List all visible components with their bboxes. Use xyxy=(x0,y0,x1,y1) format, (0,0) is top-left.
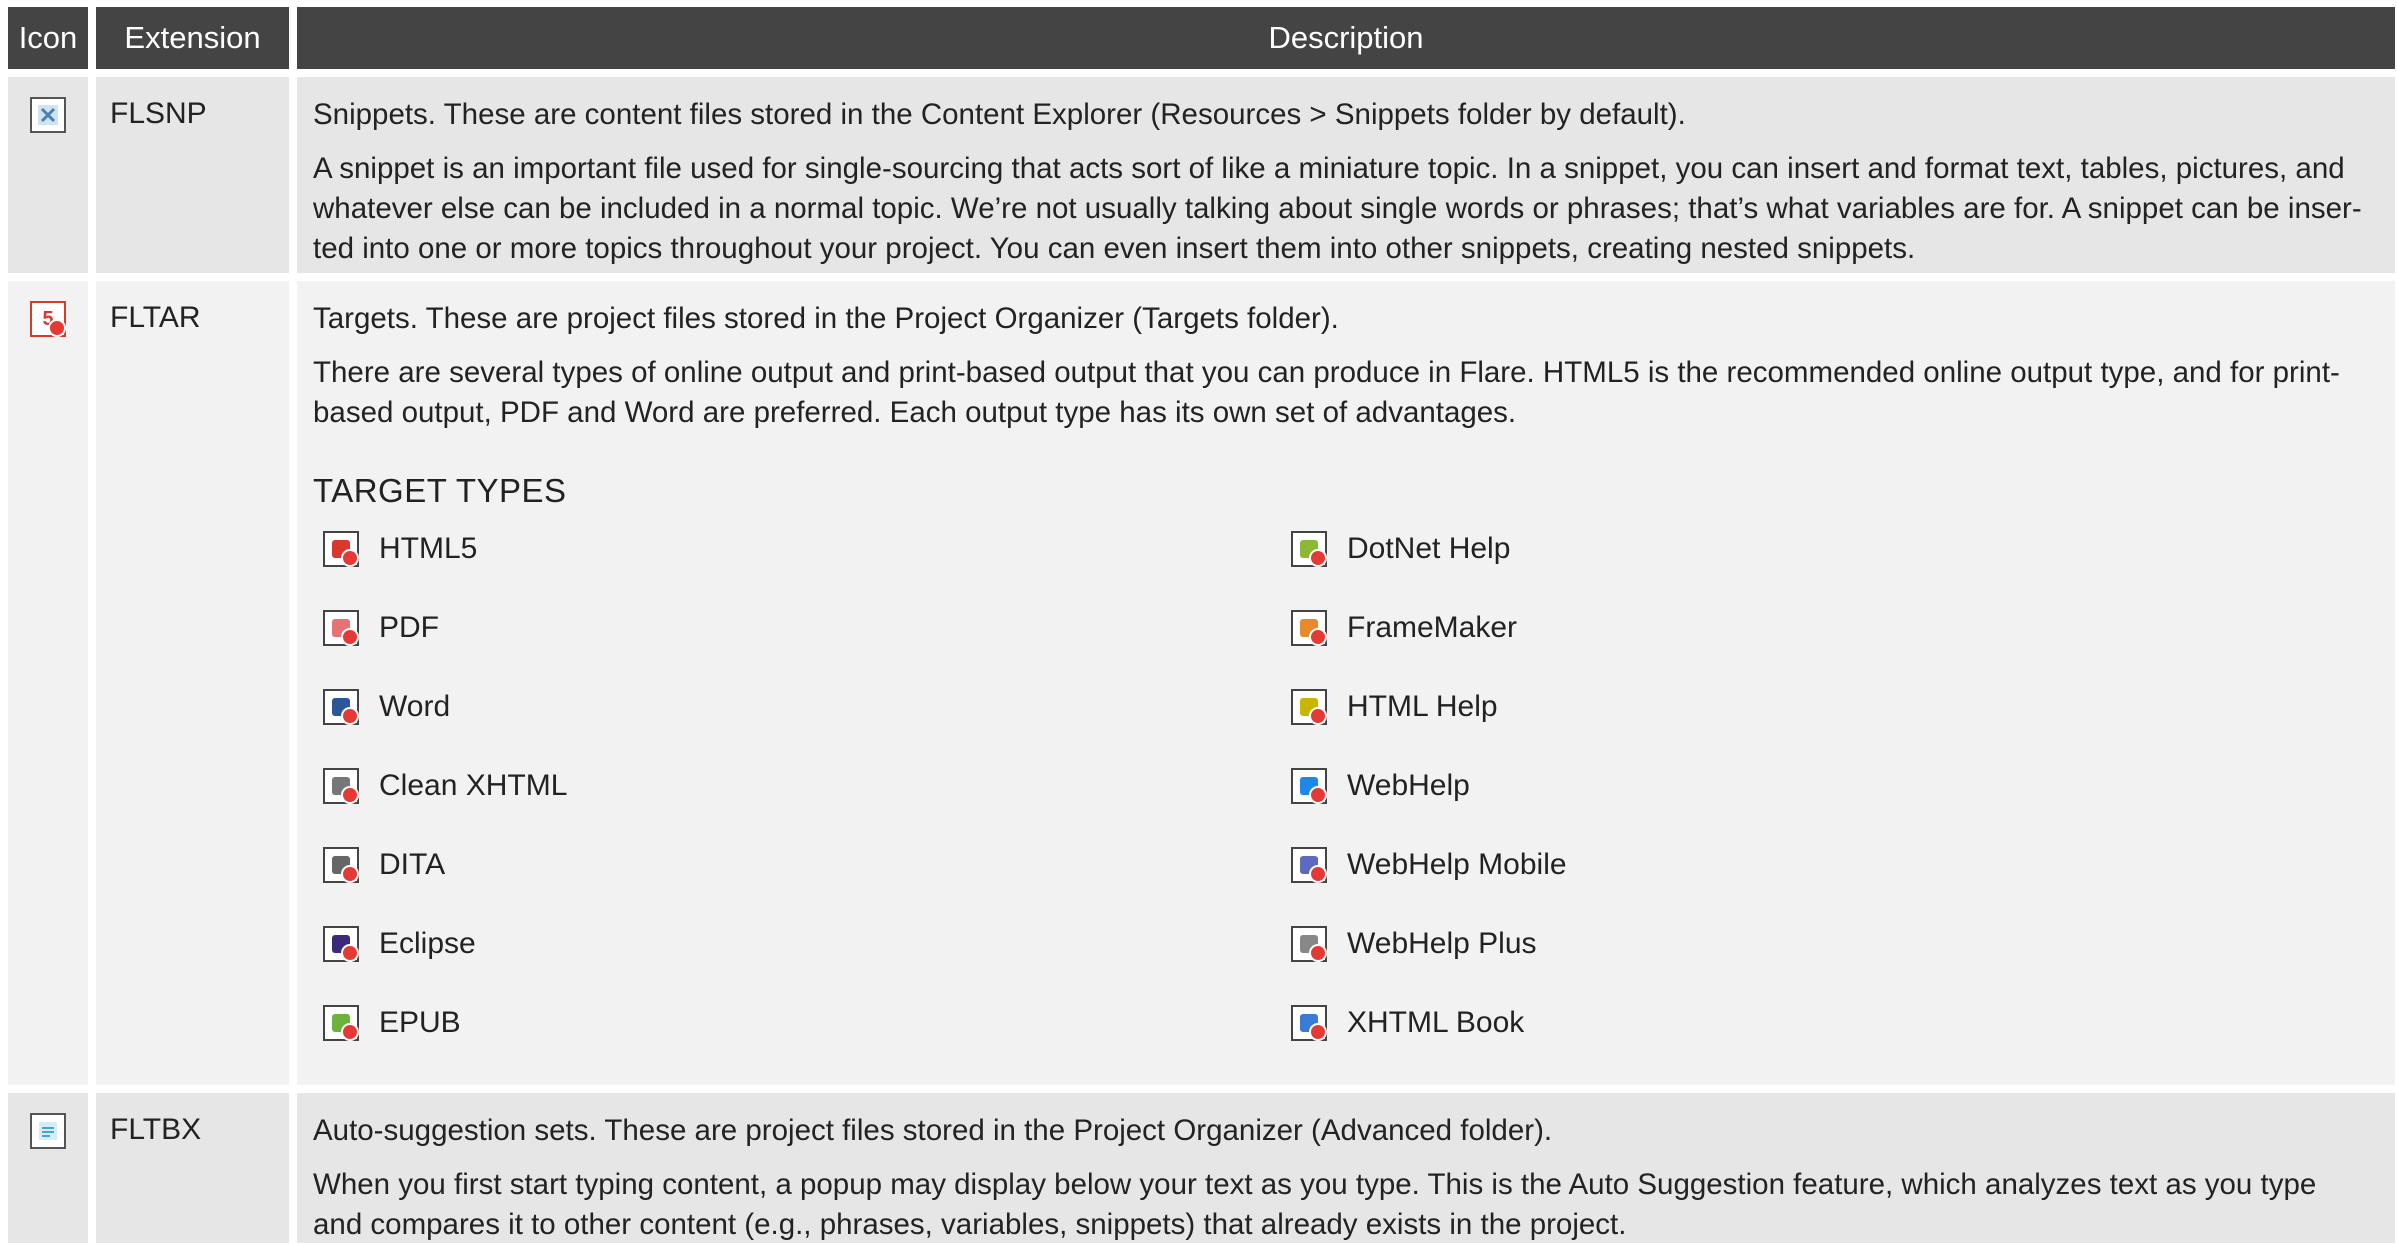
header-description: Description xyxy=(297,7,2395,69)
target-type-label: Clean XHTML xyxy=(379,769,568,802)
table-row-fltbx: FLTBX Auto-suggestion sets. These are pr… xyxy=(8,1093,2395,1243)
description-paragraph: When you first start typing content, a p… xyxy=(313,1168,2317,1241)
description-paragraph: Auto-suggestion sets. These are project … xyxy=(313,1114,1553,1147)
table-row-fltar: 5 FLTAR Targets. These are project files… xyxy=(8,281,2395,1085)
dotnet-help-target-icon xyxy=(1291,531,1327,567)
auto-suggestion-file-icon xyxy=(30,1113,66,1149)
dita-target-icon xyxy=(323,847,359,883)
target-type-label: DITA xyxy=(379,848,446,881)
target-type-label: EPUB xyxy=(379,1006,461,1039)
target-type-item: FrameMaker xyxy=(1281,608,2371,648)
target-type-item: DotNet Help xyxy=(1281,529,2371,569)
target-type-item: HTML5 xyxy=(313,529,1281,569)
xhtml-book-target-icon xyxy=(1291,1005,1327,1041)
header-extension: Extension xyxy=(96,7,289,69)
header-icon: Icon xyxy=(8,7,88,69)
description-paragraph: Snippets. These are content files stored… xyxy=(313,98,1686,131)
framemaker-target-icon xyxy=(1291,610,1327,646)
target-type-item: WebHelp Plus xyxy=(1281,924,2371,964)
target-type-item: Word xyxy=(313,687,1281,727)
target-type-label: XHTML Book xyxy=(1347,1006,1525,1039)
target-type-item: XHTML Book xyxy=(1281,1003,2371,1043)
target-type-label: Eclipse xyxy=(379,927,476,960)
target-type-item: Clean XHTML xyxy=(313,766,1281,806)
description-paragraph: A snippet is an important file used for … xyxy=(313,152,2362,265)
table-header: Icon Extension Description xyxy=(8,7,2395,69)
target-type-item: PDF xyxy=(313,608,1281,648)
eclipse-target-icon xyxy=(323,926,359,962)
description-paragraph: Targets. These are project files stored … xyxy=(313,302,1339,335)
html-help-target-icon xyxy=(1291,689,1327,725)
target-type-item: WebHelp Mobile xyxy=(1281,845,2371,885)
target-type-label: WebHelp Plus xyxy=(1347,927,1537,960)
file-extensions-table: Icon Extension Description FLSNP Snippet… xyxy=(8,7,2395,1243)
target-type-label: Word xyxy=(379,690,451,723)
target-type-label: DotNet Help xyxy=(1347,532,1511,565)
pdf-target-icon xyxy=(323,610,359,646)
description: Targets. These are project files stored … xyxy=(297,281,2395,1085)
target-types-list: HTML5 DotNet Help PDF FrameMaker Word HTML He… xyxy=(313,529,2371,1043)
target-file-icon: 5 xyxy=(30,301,66,337)
extension-label: FLSNP xyxy=(96,77,289,273)
epub-target-icon xyxy=(323,1005,359,1041)
target-type-item: WebHelp xyxy=(1281,766,2371,806)
webhelp-mobile-target-icon xyxy=(1291,847,1327,883)
word-target-icon xyxy=(323,689,359,725)
html5-target-icon xyxy=(323,531,359,567)
target-type-label: HTML5 xyxy=(379,532,478,565)
target-type-label: HTML Help xyxy=(1347,690,1498,723)
target-type-label: WebHelp Mobile xyxy=(1347,848,1567,881)
target-type-item: Eclipse xyxy=(313,924,1281,964)
target-type-item: EPUB xyxy=(313,1003,1281,1043)
extension-label: FLTBX xyxy=(96,1093,289,1243)
target-types-title: TARGET TYPES xyxy=(313,472,567,509)
target-type-label: FrameMaker xyxy=(1347,611,1518,644)
target-type-item: HTML Help xyxy=(1281,687,2371,727)
description: Auto-suggestion sets. These are project … xyxy=(297,1093,2395,1243)
target-type-label: PDF xyxy=(379,611,439,644)
table-row-flsnp: FLSNP Snippets. These are content files … xyxy=(8,77,2395,273)
description-paragraph: There are several types of online output… xyxy=(313,356,2340,429)
target-type-label: WebHelp xyxy=(1347,769,1470,802)
snippet-file-icon xyxy=(30,97,66,133)
description: Snippets. These are content files stored… xyxy=(297,77,2395,273)
clean-xhtml-target-icon xyxy=(323,768,359,804)
extension-label: FLTAR xyxy=(96,281,289,1085)
webhelp-plus-target-icon xyxy=(1291,926,1327,962)
target-type-item: DITA xyxy=(313,845,1281,885)
webhelp-target-icon xyxy=(1291,768,1327,804)
